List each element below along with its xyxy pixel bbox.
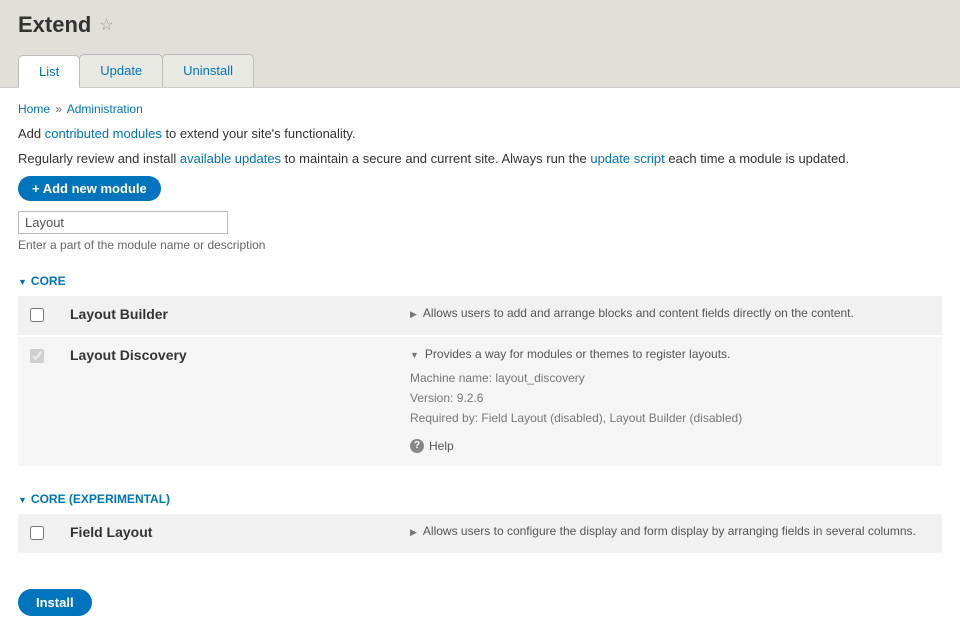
help-icon: ? xyxy=(410,439,424,453)
link-contributed-modules[interactable]: contributed modules xyxy=(45,126,162,141)
help-link[interactable]: ? Help xyxy=(410,437,930,456)
filter-hint: Enter a part of the module name or descr… xyxy=(18,238,942,252)
group-core-header[interactable]: ▼CORE xyxy=(18,274,942,288)
tab-update[interactable]: Update xyxy=(79,54,163,87)
module-filter-input[interactable] xyxy=(18,211,228,234)
checkbox-layout-discovery xyxy=(30,349,44,363)
module-desc: Provides a way for modules or themes to … xyxy=(425,347,730,361)
tab-list[interactable]: List xyxy=(18,55,80,88)
expand-icon[interactable]: ▶ xyxy=(410,309,417,319)
module-name: Layout Builder xyxy=(70,306,410,325)
page-title: Extend xyxy=(18,12,91,38)
group-core-list: Layout Builder ▶ Allows users to add and … xyxy=(18,296,942,468)
breadcrumb: Home » Administration xyxy=(18,102,942,116)
primary-tabs: List Update Uninstall xyxy=(18,54,942,87)
intro-line-1: Add contributed modules to extend your s… xyxy=(18,126,942,141)
module-name: Layout Discovery xyxy=(70,347,410,363)
checkbox-layout-builder[interactable] xyxy=(30,308,44,322)
tab-uninstall[interactable]: Uninstall xyxy=(162,54,254,87)
link-update-script[interactable]: update script xyxy=(590,151,664,166)
star-icon[interactable]: ☆ xyxy=(99,15,113,35)
breadcrumb-admin[interactable]: Administration xyxy=(67,102,143,116)
caret-down-icon: ▼ xyxy=(18,495,27,505)
breadcrumb-home[interactable]: Home xyxy=(18,102,50,116)
intro-line-2: Regularly review and install available u… xyxy=(18,151,942,166)
install-button[interactable]: Install xyxy=(18,589,92,616)
link-available-updates[interactable]: available updates xyxy=(180,151,281,166)
group-core-experimental-list: Field Layout ▶ Allows users to configure … xyxy=(18,514,942,555)
checkbox-field-layout[interactable] xyxy=(30,526,44,540)
module-row-layout-discovery: Layout Discovery ▼ Provides a way for mod… xyxy=(18,337,942,468)
module-desc: Allows users to configure the display an… xyxy=(423,524,916,538)
module-row-field-layout: Field Layout ▶ Allows users to configure … xyxy=(18,514,942,555)
module-details: Machine name: layout_discovery Version: … xyxy=(410,369,930,456)
module-desc: Allows users to add and arrange blocks a… xyxy=(423,306,854,320)
module-row-layout-builder: Layout Builder ▶ Allows users to add and … xyxy=(18,296,942,337)
add-new-module-button[interactable]: + Add new module xyxy=(18,176,161,201)
collapse-icon[interactable]: ▼ xyxy=(410,350,419,360)
caret-down-icon: ▼ xyxy=(18,277,27,287)
expand-icon[interactable]: ▶ xyxy=(410,527,417,537)
module-name: Field Layout xyxy=(70,524,410,543)
group-core-experimental-header[interactable]: ▼CORE (EXPERIMENTAL) xyxy=(18,492,942,506)
breadcrumb-sep: » xyxy=(55,102,62,116)
